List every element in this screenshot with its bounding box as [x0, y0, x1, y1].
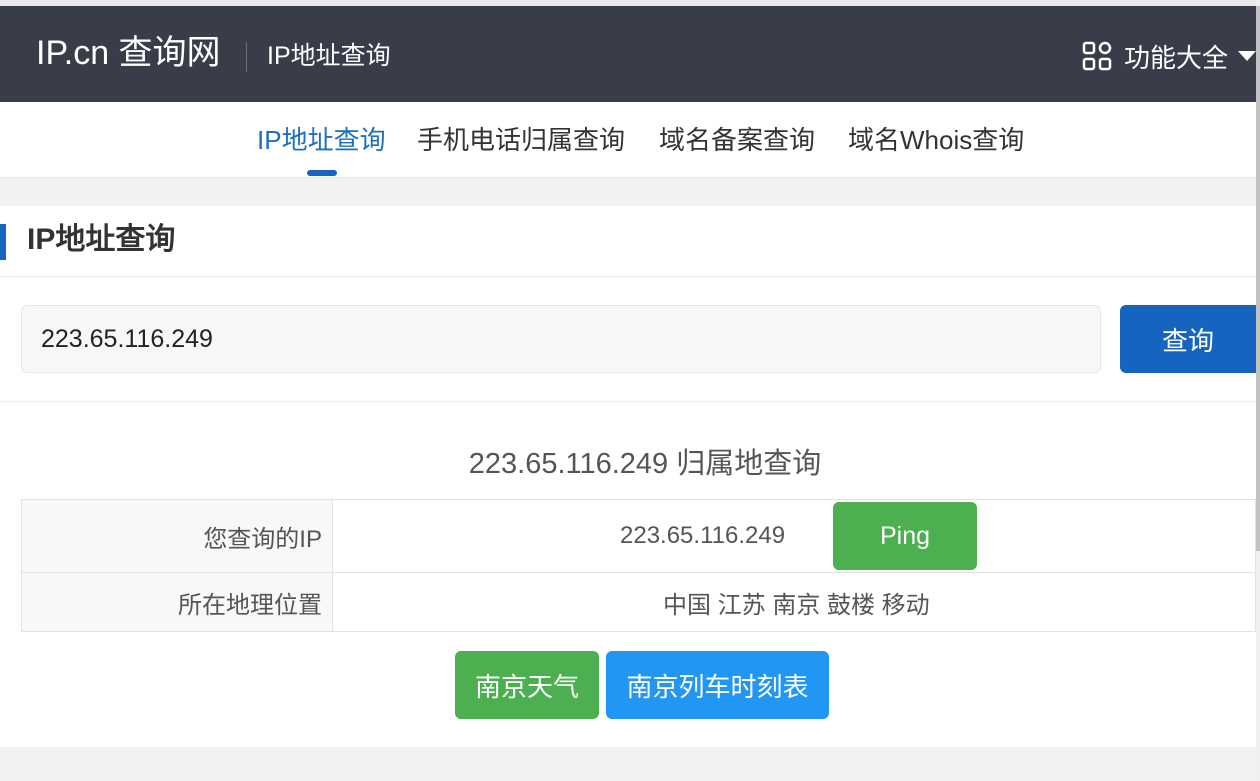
site-header: IP.cn 查询网 IP地址查询 功能大全 [0, 6, 1256, 102]
title-accent-bar [0, 224, 6, 260]
row-label: 所在地理位置 [21, 572, 333, 632]
ip-input[interactable] [21, 305, 1101, 373]
ip-query-card: IP地址查询 查询 223.65.116.249 归属地查询 您查询的IP 22… [0, 206, 1256, 747]
scrollbar-thumb[interactable] [1256, 6, 1260, 551]
row-label: 您查询的IP [21, 499, 333, 573]
nanjing-weather-button[interactable]: 南京天气 [455, 651, 599, 719]
table-row: 所在地理位置 中国 江苏 南京 鼓楼 移动 [21, 572, 1256, 632]
ping-button[interactable]: Ping [833, 502, 977, 570]
features-menu-label: 功能大全 [1124, 42, 1229, 73]
divider [0, 401, 1256, 402]
chevron-down-icon [1238, 51, 1256, 61]
grid-icon [1082, 41, 1112, 71]
divider [0, 276, 1256, 277]
header-divider [246, 42, 247, 72]
row-value-cell: 223.65.116.249 Ping [332, 499, 1256, 573]
features-menu[interactable]: 功能大全 [1082, 36, 1256, 76]
site-logo[interactable]: IP.cn 查询网 [36, 32, 221, 74]
header-subtitle: IP地址查询 [267, 42, 391, 70]
card-title: IP地址查询 [27, 223, 176, 256]
nav-tabs: IP地址查询 手机电话归属查询 域名备案查询 域名Whois查询 [0, 102, 1256, 178]
tab-ip-lookup[interactable]: IP地址查询 [257, 122, 386, 158]
geo-location-value: 中国 江苏 南京 鼓楼 移动 [332, 572, 1256, 632]
table-row: 您查询的IP 223.65.116.249 Ping [21, 499, 1256, 573]
query-button[interactable]: 查询 [1120, 305, 1256, 373]
active-tab-indicator [307, 170, 337, 176]
tab-domain-whois[interactable]: 域名Whois查询 [848, 122, 1024, 158]
nanjing-train-timetable-button[interactable]: 南京列车时刻表 [606, 651, 829, 719]
result-title: 223.65.116.249 归属地查询 [468, 448, 822, 480]
tab-phone-lookup[interactable]: 手机电话归属查询 [417, 122, 625, 158]
tab-domain-icp[interactable]: 域名备案查询 [659, 122, 815, 158]
result-table: 您查询的IP 223.65.116.249 Ping 所在地理位置 中国 江苏 … [21, 499, 1256, 632]
queried-ip-value: 223.65.116.249 [620, 522, 786, 549]
